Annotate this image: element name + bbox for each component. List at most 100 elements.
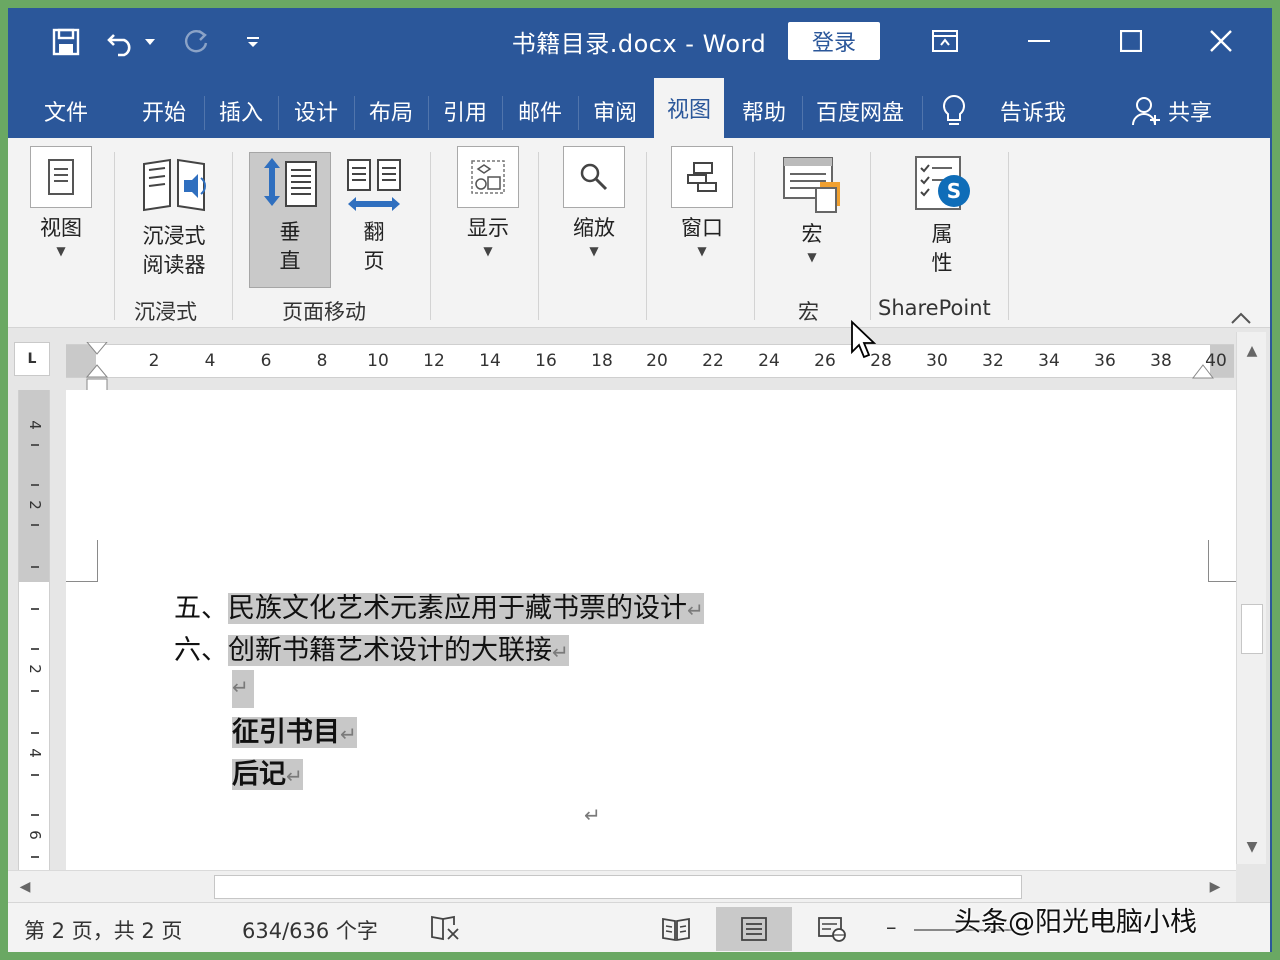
side-to-side-button[interactable]: 翻 页	[334, 154, 414, 276]
center-paragraph-mark[interactable]: ↵	[584, 798, 601, 829]
horizontal-scrollbar[interactable]: ◀ ▶	[8, 870, 1236, 902]
crop-mark-right	[1208, 540, 1236, 582]
minimize-icon[interactable]	[1004, 18, 1074, 64]
show-button[interactable]: 显示 ▼	[448, 146, 528, 259]
web-layout-icon[interactable]	[794, 907, 870, 951]
views-label: 视图	[40, 216, 82, 240]
ruler-tick: 26	[814, 351, 836, 371]
tab-review[interactable]: 审阅	[580, 84, 650, 138]
tab-mailings[interactable]: 邮件	[504, 84, 576, 138]
title-bar: 书籍目录.docx - Word 登录	[8, 8, 1270, 74]
scroll-left-icon[interactable]: ◀	[10, 872, 40, 902]
tell-me-search[interactable]: 告诉我	[986, 84, 1080, 138]
tab-file[interactable]: 文件	[26, 84, 106, 138]
page-count[interactable]: 第 2 页，共 2 页	[24, 915, 182, 945]
tab-help[interactable]: 帮助	[728, 84, 800, 138]
properties-label-2: 性	[931, 251, 953, 275]
immersive-reader-label-1: 沉浸式	[142, 224, 206, 248]
undo-icon[interactable]	[104, 22, 140, 62]
customize-toolbar-icon[interactable]	[240, 22, 266, 62]
tab-insert[interactable]: 插入	[206, 84, 276, 138]
vruler-tick: 4	[26, 420, 44, 430]
ruler-area: L 2 4 6 8 10 12 14 16 18 20 22 24 26 28 …	[8, 328, 1270, 392]
sharepoint-properties-icon: S	[906, 150, 978, 220]
document-page[interactable]: 五、民族文化艺术元素应用于藏书票的设计↵ 六、创新书籍艺术设计的大联接↵ ↵ 征…	[66, 390, 1236, 870]
chevron-down-icon: ▼	[56, 244, 66, 258]
tab-references[interactable]: 引用	[430, 84, 500, 138]
lightbulb-icon[interactable]	[934, 84, 974, 138]
print-layout-icon[interactable]	[716, 907, 792, 951]
vertical-scrollbar[interactable]: ▲ ▼	[1236, 332, 1266, 864]
ruler-tick: 16	[535, 351, 557, 371]
redo-icon	[178, 22, 214, 62]
word-window: 书籍目录.docx - Word 登录 文件 开始 插入 设计 布局 引用 邮件…	[8, 8, 1270, 952]
empty-paragraph[interactable]: ↵	[232, 670, 254, 708]
tab-selector[interactable]: L	[14, 342, 50, 376]
toc-line-5[interactable]: 五、民族文化艺术元素应用于藏书票的设计↵	[174, 586, 704, 625]
ribbon-display-options-icon[interactable]	[910, 18, 980, 64]
word-count[interactable]: 634/636 个字	[242, 915, 378, 945]
side-to-side-label-2: 页	[363, 249, 385, 273]
horizontal-scroll-thumb[interactable]	[214, 875, 1022, 899]
macros-button[interactable]: 宏 ▼	[772, 150, 852, 265]
afterword-heading[interactable]: 后记↵	[232, 752, 303, 791]
bibliography-heading[interactable]: 征引书目↵	[232, 710, 357, 749]
vruler-tick: 2	[26, 664, 44, 674]
vruler-tick: 4	[26, 748, 44, 758]
chevron-down-icon: ▼	[589, 244, 599, 258]
tab-home[interactable]: 开始	[126, 84, 202, 138]
scroll-down-icon[interactable]: ▼	[1237, 832, 1267, 862]
vertical-scroll-thumb[interactable]	[1241, 604, 1263, 654]
immersive-reader-icon	[138, 150, 210, 222]
ruler-tick: 38	[1150, 351, 1172, 371]
zoom-button[interactable]: 缩放 ▼	[554, 146, 634, 259]
close-icon[interactable]	[1186, 18, 1256, 64]
toc-number: 六、	[174, 635, 228, 666]
immersive-group-label: 沉浸式	[134, 300, 197, 324]
chevron-down-icon: ▼	[697, 244, 707, 258]
ruler-tick: 20	[646, 351, 668, 371]
ruler-tick: 14	[479, 351, 501, 371]
ruler-tick: 12	[423, 351, 445, 371]
horizontal-ruler[interactable]: 2 4 6 8 10 12 14 16 18 20 22 24 26 28 30…	[66, 341, 1234, 392]
vertical-scroll-icon	[254, 154, 326, 218]
share-button[interactable]: 共享	[1168, 84, 1226, 138]
mouse-cursor-icon	[850, 319, 878, 364]
tab-view[interactable]: 视图	[654, 78, 724, 138]
vertical-ruler[interactable]: 4 2 2 4 6	[18, 390, 50, 870]
toc-line-6[interactable]: 六、创新书籍艺术设计的大联接↵	[174, 628, 569, 667]
window-button[interactable]: 窗口 ▼	[662, 146, 742, 259]
undo-dropdown-icon[interactable]	[142, 22, 158, 62]
read-mode-icon[interactable]	[638, 907, 714, 951]
scroll-up-icon[interactable]: ▲	[1237, 336, 1267, 366]
tab-design[interactable]: 设计	[280, 84, 352, 138]
watermark-text: 头条@阳光电脑小栈	[954, 907, 1197, 938]
immersive-reader-button[interactable]: 沉浸式 阅读器	[128, 150, 220, 280]
tab-baidu-netdisk[interactable]: 百度网盘	[804, 84, 916, 138]
chevron-down-icon: ▼	[483, 244, 493, 258]
document-view-icon	[30, 146, 92, 208]
vertical-button[interactable]: 垂 直	[250, 154, 330, 276]
zoom-label: 缩放	[573, 216, 615, 240]
save-icon[interactable]	[46, 22, 86, 62]
tab-layout[interactable]: 布局	[356, 84, 426, 138]
login-button[interactable]: 登录	[788, 22, 880, 60]
sharepoint-group-label: SharePoint	[878, 296, 991, 320]
window-icon	[671, 146, 733, 208]
ribbon-tabs: 文件 开始 插入 设计 布局 引用 邮件 审阅 视图 帮助 百度网盘 告诉我 共…	[8, 74, 1270, 138]
vruler-tick: 2	[26, 500, 44, 510]
views-button[interactable]: 视图 ▼	[22, 146, 100, 259]
share-person-icon[interactable]	[1126, 84, 1168, 138]
collapse-ribbon-icon[interactable]	[1230, 310, 1252, 324]
vertical-label-1: 垂	[279, 220, 301, 244]
scroll-right-icon[interactable]: ▶	[1200, 872, 1230, 902]
crop-mark-left	[66, 540, 98, 582]
zoom-out-button[interactable]: –	[886, 915, 897, 939]
ruler-tick: 18	[591, 351, 613, 371]
maximize-icon[interactable]	[1096, 18, 1166, 64]
vertical-label-2: 直	[279, 249, 301, 273]
proofing-icon[interactable]	[430, 913, 460, 946]
show-icon	[457, 146, 519, 208]
first-line-indent-marker[interactable]	[85, 341, 109, 360]
properties-button[interactable]: S 属 性	[902, 150, 982, 278]
